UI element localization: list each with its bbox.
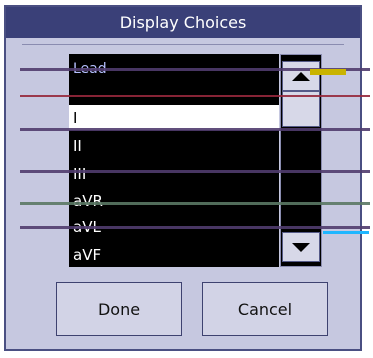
cancel-button[interactable]: Cancel xyxy=(202,282,328,336)
dialog-title: Display Choices xyxy=(6,7,360,38)
display-artifact-line xyxy=(20,170,370,173)
scroll-up-button[interactable] xyxy=(282,61,320,91)
list-item-ii[interactable]: II xyxy=(69,133,279,158)
triangle-down-icon xyxy=(292,242,310,252)
display-artifact-line xyxy=(20,202,370,205)
display-artifact-line xyxy=(20,95,370,97)
display-artifact-line xyxy=(323,231,369,234)
display-choices-dialog: Display Choices Lead I II III aVR aVL aV… xyxy=(4,5,362,351)
display-artifact-mark xyxy=(310,69,346,75)
display-artifact-line xyxy=(20,128,370,131)
scroll-down-button[interactable] xyxy=(282,232,320,262)
list-item-avf[interactable]: aVF xyxy=(69,242,279,267)
list-item-iii[interactable]: III xyxy=(69,161,279,186)
display-artifact-line xyxy=(20,226,370,229)
lead-listbox[interactable]: Lead I II III aVR aVL aVF xyxy=(69,54,279,267)
list-item-avr[interactable]: aVR xyxy=(69,188,279,213)
triangle-up-icon xyxy=(292,71,310,81)
list-scrollbar[interactable] xyxy=(280,54,322,267)
list-item-i[interactable]: I xyxy=(69,105,279,130)
done-button[interactable]: Done xyxy=(56,282,182,336)
